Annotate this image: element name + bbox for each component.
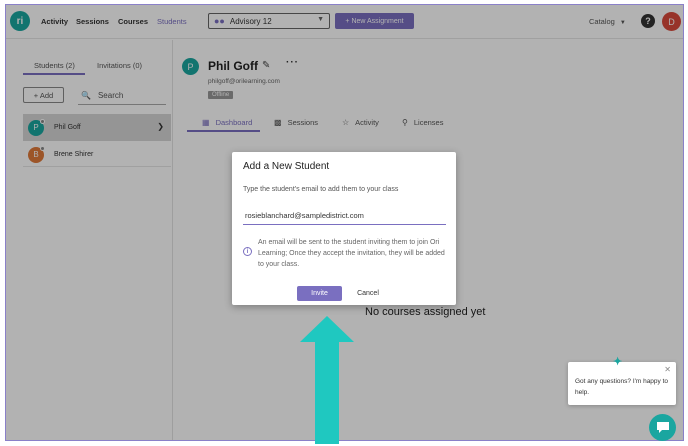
invite-button[interactable]: Invite bbox=[297, 286, 342, 301]
arrow-up-annotation-icon bbox=[300, 316, 354, 444]
chat-bubble-icon bbox=[656, 422, 669, 433]
chat-brand-icon: ✦ bbox=[613, 356, 623, 368]
student-email-field[interactable] bbox=[243, 207, 446, 225]
dialog-prompt: Type the student's email to add them to … bbox=[243, 186, 399, 193]
invite-info-text: An email will be sent to the student inv… bbox=[258, 239, 445, 268]
chat-message: Got any questions? I'm happy to help. bbox=[575, 378, 669, 396]
info-icon: i bbox=[243, 247, 252, 256]
close-icon[interactable]: ✕ bbox=[664, 365, 671, 374]
cancel-button[interactable]: Cancel bbox=[356, 286, 380, 301]
chat-launcher-button[interactable] bbox=[649, 414, 676, 441]
dialog-title: Add a New Student bbox=[243, 161, 330, 172]
add-student-dialog: Add a New Student Type the student's ema… bbox=[232, 152, 456, 305]
